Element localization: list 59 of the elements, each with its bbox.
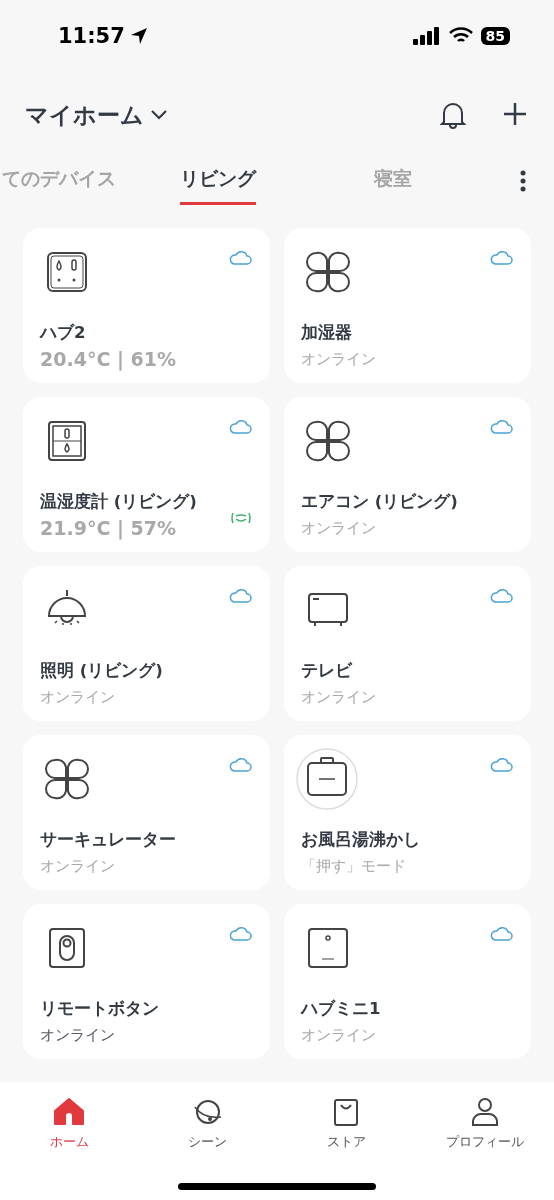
hub-mini-icon (306, 926, 350, 970)
cloud-icon (489, 926, 513, 942)
device-card[interactable]: リモートボタン オンライン (23, 904, 270, 1059)
device-card[interactable]: エアコン (リビング) オンライン (284, 397, 531, 552)
device-card[interactable]: ハブ2 20.4°C | 61% (23, 228, 270, 383)
clover-icon (306, 250, 350, 294)
device-card[interactable]: ハブミニ1 オンライン (284, 904, 531, 1059)
device-card[interactable]: サーキュレーター オンライン (23, 735, 270, 890)
device-name: 加湿器 (301, 322, 353, 344)
room-tab[interactable]: リビング (180, 158, 256, 205)
device-card[interactable]: お風呂湯沸かし 「押す」モード (284, 735, 531, 890)
cloud-icon (228, 926, 252, 942)
cloud-icon (489, 757, 513, 773)
device-status: オンライン (301, 350, 377, 369)
device-status: オンライン (301, 519, 377, 538)
cloud-icon (228, 250, 252, 266)
nav-tab[interactable]: プロフィール (415, 1094, 554, 1152)
device-name: ハブ2 (40, 322, 87, 344)
device-status: オンライン (301, 688, 377, 707)
cloud-icon (489, 588, 513, 604)
signal-icon (412, 27, 441, 45)
cloud-icon (489, 419, 513, 435)
clock-time: 11:57 (58, 24, 125, 48)
device-name: エアコン (リビング) (301, 491, 459, 513)
device-name: ハブミニ1 (301, 998, 382, 1020)
home-selector[interactable]: マイホーム (25, 99, 168, 131)
battery-level: 85 (480, 27, 510, 45)
sensor-reading: 21.9°C | 57% (40, 517, 177, 539)
thermometer-icon (45, 419, 89, 463)
more-options-button[interactable] (520, 170, 526, 192)
cloud-icon (228, 419, 252, 435)
cloud-icon (228, 757, 252, 773)
device-status: オンライン (301, 1026, 377, 1045)
device-name: 照明 (リビング) (40, 660, 164, 682)
nav-tab[interactable]: ストア (277, 1094, 416, 1152)
device-name: テレビ (301, 660, 353, 682)
device-name: お風呂湯沸かし (301, 829, 421, 851)
device-name: 温湿度計 (リビング) (40, 491, 198, 513)
clover-icon (306, 419, 350, 463)
device-card[interactable]: 照明 (リビング) オンライン (23, 566, 270, 721)
device-card[interactable]: テレビ オンライン (284, 566, 531, 721)
device-status: 「押す」モード (301, 857, 407, 876)
nav-tab[interactable]: シーン (138, 1094, 277, 1152)
sensor-reading: 20.4°C | 61% (40, 348, 177, 370)
device-card[interactable]: 温湿度計 (リビング) 21.9°C | 57% (23, 397, 270, 552)
cloud-icon (489, 250, 513, 266)
device-status: オンライン (40, 857, 116, 876)
sensor-hub-icon (45, 250, 89, 294)
notification-bell-button[interactable] (440, 101, 466, 129)
device-status: オンライン (40, 1026, 116, 1045)
device-status: オンライン (40, 688, 116, 707)
device-name: リモートボタン (40, 998, 160, 1020)
cloud-icon (228, 588, 252, 604)
device-name: サーキュレーター (40, 829, 177, 851)
nav-tab[interactable]: ホーム (0, 1094, 139, 1152)
chevron-down-icon (150, 109, 168, 121)
bot-device-icon (295, 747, 359, 811)
device-card[interactable]: 加湿器 オンライン (284, 228, 531, 383)
clover-icon (45, 757, 89, 801)
